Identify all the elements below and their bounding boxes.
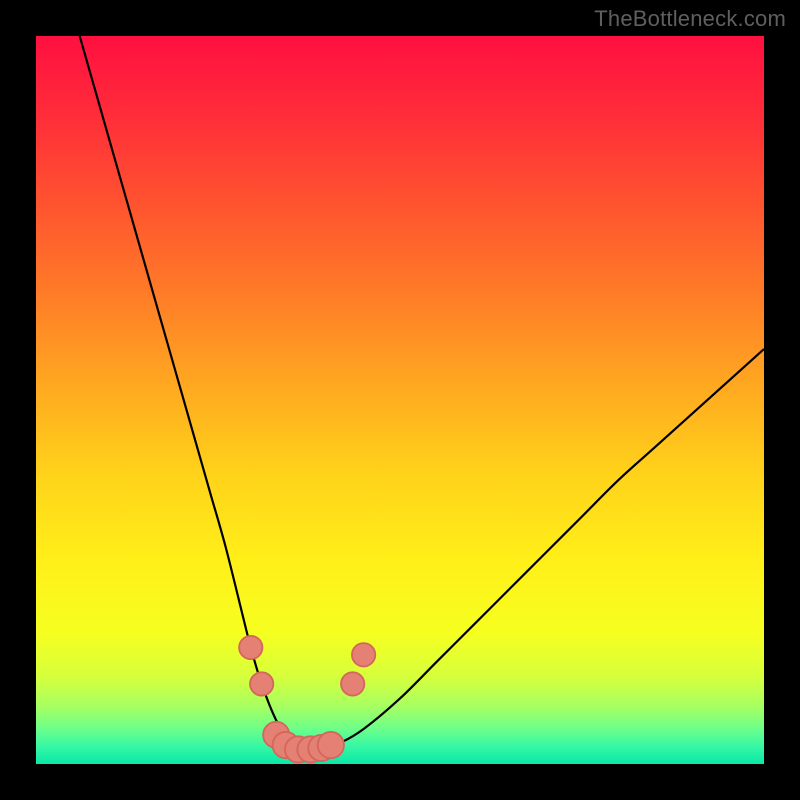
curve-marker: [318, 732, 344, 758]
bottleneck-chart: [36, 36, 764, 764]
curve-marker: [250, 672, 273, 695]
curve-marker: [352, 643, 375, 666]
chart-stage: TheBottleneck.com: [0, 0, 800, 800]
chart-background-gradient: [36, 36, 764, 764]
curve-marker: [341, 672, 364, 695]
curve-marker: [239, 636, 262, 659]
watermark-text: TheBottleneck.com: [594, 6, 786, 32]
